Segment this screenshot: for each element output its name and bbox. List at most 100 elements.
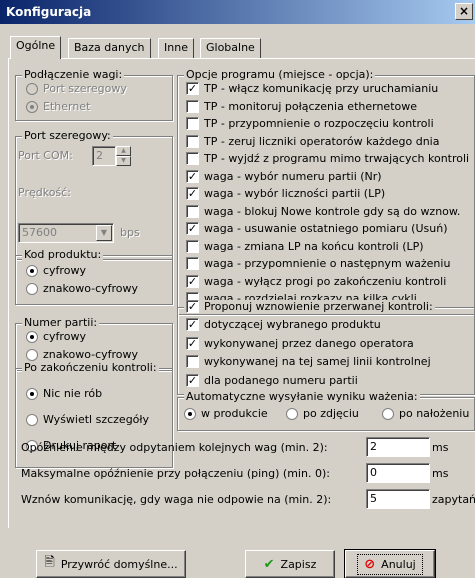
checkbox-box [186,99,199,113]
proponuj-checkbox[interactable]: ✓ Proponuj wznowienie przerwanej kontrol… [184,300,435,313]
opcja-checkbox[interactable]: waga - blokuj Nowe kontrole gdy są do wz… [186,204,461,218]
checkbox-box: ✓ [186,373,199,387]
spin-down-icon: ▼ [116,156,131,166]
checkbox-box: ✓ [186,222,199,235]
opcja-checkbox[interactable]: waga - przypomnienie o następnym ważeniu [186,257,450,270]
checkbox-box [186,204,199,218]
radio-circle [184,407,196,420]
tab-inne[interactable]: Inne [158,38,194,58]
opcja-checkbox[interactable]: TP - przypomnienie o rozpoczęciu kontrol… [186,117,434,130]
opoznienie-label: Opóźnienie między odpytaniem kolejnych w… [21,441,328,454]
radio-w-produkcie[interactable]: w produkcie [184,407,268,420]
checkbox-box: ✓ [186,82,199,95]
speed-label: Prędkość: [18,186,71,199]
opcje-title: Opcje programu (miejsce - opcja): [184,68,376,81]
checkbox-box: ✓ [186,169,199,183]
radio-label: cyfrowy [43,264,86,277]
com-input: 2 [92,146,116,166]
radio-circle [26,348,38,361]
wznow-unit: zapytań [432,493,475,506]
po-title: Po zakończeniu kontroli: [22,361,159,374]
ping-input[interactable]: 0 [366,463,430,483]
opcja-checkbox[interactable]: TP - monitoruj połączenia ethernetowe [186,99,418,113]
proponuj-item-label: dotyczącej wybranego produktu [204,318,381,331]
radio-po-nalozeniu[interactable]: po nałożeniu [382,407,469,420]
kod-title: Kod produktu: [22,248,104,261]
podlaczenie-group: Podłączenie wagi: Port szeregowy Etherne… [15,68,173,121]
tab-panel-ogolne: Podłączenie wagi: Port szeregowy Etherne… [8,58,475,528]
checkmark-icon: ✔ [263,556,275,572]
checkbox-box: ✓ [186,300,199,313]
title-bar[interactable]: Konfiguracja × [0,0,475,24]
radio-label: cyfrowy [43,330,86,343]
opcja-label: waga - usuwanie ostatniego pomiaru (Usuń… [204,222,448,235]
radio-label: Wyświetl szczegóły [43,413,150,426]
opcja-checkbox[interactable]: ✓ TP - włącz komunikację przy uruchamiani… [186,82,438,95]
tab-ogolne[interactable]: Ogólne [10,36,62,59]
auto-title: Automatyczne wysyłanie wyniku ważenia: [184,390,420,403]
radio-label: Port szeregowy [43,82,127,95]
opcja-label: waga - wybór numeru partii (Nr) [204,169,382,183]
cancel-icon: ⊘ [364,556,376,572]
checkbox-box [186,239,199,253]
radio-circle [26,330,38,343]
checkbox-box: ✓ [186,318,199,331]
opcja-checkbox[interactable]: ✓ waga - usuwanie ostatniego pomiaru (Usu… [186,222,447,235]
bps-label: bps [120,226,140,239]
cancel-focus: ⊘ Anuluj [357,553,423,575]
checkbox-box [186,257,199,270]
opcja-label: TP - wyjdź z programu mimo trwających ko… [204,152,470,165]
radio-wyswietl-szczegoly[interactable]: Wyświetl szczegóły [26,413,149,426]
radio-kod-cyfrowy[interactable]: cyfrowy [26,264,86,277]
cancel-button[interactable]: ⊘ Anuluj [344,549,436,578]
checkbox-box [186,152,199,165]
document-icon: 🖹 [44,555,55,570]
podlaczenie-title: Podłączenie wagi: [22,68,125,81]
proponuj-item-checkbox[interactable]: ✓ dotyczącej wybranego produktu [186,318,381,331]
radio-label: znakowo-cyfrowy [43,348,139,361]
opoznienie-unit: ms [432,441,449,454]
radio-circle [26,413,38,426]
opcja-label: waga - blokuj Nowe kontrole gdy są do wz… [204,204,461,218]
radio-label: po nałożeniu [399,407,470,420]
opcja-checkbox[interactable]: TP - zeruj liczniki operatorów każdego d… [186,134,439,148]
opcja-checkbox[interactable]: ✓ waga - wybór liczności partii (LP) [186,187,385,200]
radio-numer-znakowo-cyfrowy[interactable]: znakowo-cyfrowy [26,348,138,361]
chevron-down-icon: ▼ [96,225,112,241]
radio-label: znakowo-cyfrowy [43,282,139,295]
radio-label: w produkcie [201,407,268,420]
ping-unit: ms [432,467,449,480]
opcja-checkbox[interactable]: ✓ waga - wybór numeru partii (Nr) [186,169,382,183]
proponuj-item-checkbox[interactable]: ✓ dla podanego numeru partii [186,373,358,387]
radio-po-zdjeciu[interactable]: po zdjęciu [286,407,359,420]
radio-circle [382,407,394,420]
opcja-checkbox[interactable]: waga - zmiana LP na końcu kontroli (LP) [186,239,424,253]
opcja-label: TP - włącz komunikację przy uruchamianiu [204,82,439,95]
checkbox-box: ✓ [186,274,199,288]
proponuj-item-checkbox[interactable]: ✓ wykonywanej przez danego operatora [186,336,414,350]
numer-title: Numer partii: [22,316,100,329]
radio-label: Nic nie rób [43,387,103,400]
wznow-input[interactable]: 5 [366,489,430,509]
opcja-label: TP - monitoruj połączenia ethernetowe [204,99,418,113]
tab-baza-danych[interactable]: Baza danych [68,38,151,58]
opoznienie-input[interactable]: 2 [366,437,430,457]
save-button[interactable]: ✔ Zapisz [245,550,335,578]
radio-circle [26,100,38,113]
radio-kod-znakowo-cyfrowy[interactable]: znakowo-cyfrowy [26,282,138,295]
radio-nic-nie-rob[interactable]: Nic nie rób [26,387,102,400]
radio-circle [26,282,38,295]
radio-label: Ethernet [43,100,91,113]
save-label: Zapisz [280,557,317,571]
auto-wysylanie-group: Automatyczne wysyłanie wyniku ważenia: w… [177,390,475,431]
opcje-programu-group: Opcje programu (miejsce - opcja): ✓ TP - … [177,68,475,315]
proponuj-item-checkbox[interactable]: wykonywanej na tej samej linii kontrolne… [186,355,431,368]
opcja-checkbox[interactable]: TP - wyjdź z programu mimo trwających ko… [186,152,469,165]
radio-numer-cyfrowy[interactable]: cyfrowy [26,330,86,343]
restore-defaults-button[interactable]: 🖹 Przywróć domyślne... [36,550,186,578]
close-button[interactable]: × [455,3,473,20]
cancel-label: Anuluj [381,557,416,571]
tab-globalne[interactable]: Globalne [200,38,261,58]
opcja-checkbox[interactable]: ✓ waga - wyłącz progi po zakończeniu kont… [186,274,446,288]
config-window: Konfiguracja × Ogólne Baza danych Inne G… [0,0,475,578]
